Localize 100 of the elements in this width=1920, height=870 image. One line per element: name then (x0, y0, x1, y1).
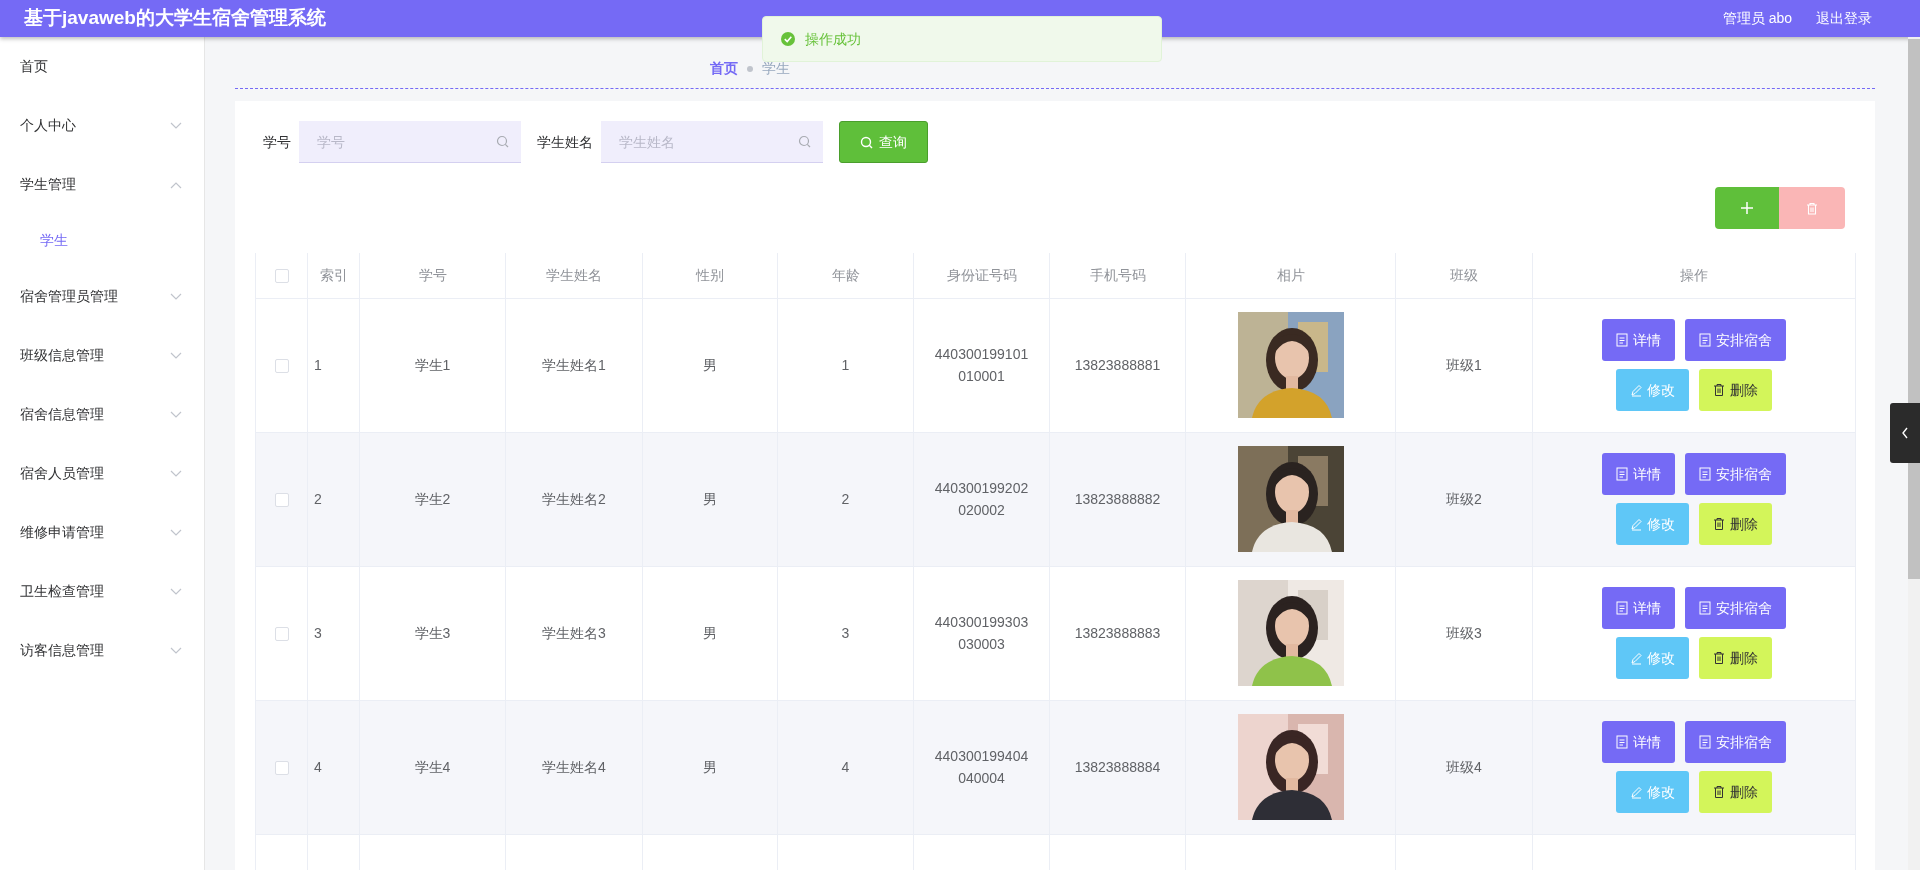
detail-button[interactable]: 详情 (1602, 453, 1675, 495)
table-cell: 男 (703, 356, 717, 373)
assign-dorm-button[interactable]: 安排宿舍 (1685, 453, 1786, 495)
table-cell: 1 (841, 356, 850, 373)
document-icon (1616, 467, 1628, 481)
document-icon (1616, 735, 1628, 749)
logout-link[interactable]: 退出登录 (1816, 8, 1872, 29)
toast-message: 操作成功 (805, 29, 861, 49)
assign-dorm-button[interactable]: 安排宿舍 (1685, 721, 1786, 763)
sidebar-item[interactable]: 访客信息管理 (0, 621, 204, 680)
document-icon (1616, 333, 1628, 347)
sidebar-label: 维修申请管理 (20, 523, 104, 542)
plus-icon (1740, 201, 1754, 215)
separator-icon (746, 64, 754, 73)
document-icon (1699, 333, 1711, 347)
table-cell: 3 (314, 624, 322, 641)
column-header: 性别 (696, 266, 724, 283)
sidebar-item[interactable]: 首页 (0, 37, 204, 96)
select-all-checkbox[interactable] (274, 269, 289, 284)
pencil-icon (1630, 517, 1642, 531)
table-cell-text: 440300199404040004 (934, 746, 1029, 788)
row-checkbox[interactable] (274, 626, 289, 641)
sidebar-item[interactable]: 宿舍信息管理 (0, 385, 204, 444)
field-label: 学号 (263, 132, 291, 152)
sidebar-item[interactable]: 维修申请管理 (0, 503, 204, 562)
table-cell: 13823888882 (1074, 490, 1161, 507)
table-cell: 学生姓名3 (542, 624, 606, 641)
sidebar-label: 个人中心 (20, 116, 76, 135)
breadcrumb-item[interactable]: 首页 (710, 58, 738, 79)
sidebar-label: 卫生检查管理 (20, 582, 104, 601)
row-checkbox[interactable] (274, 760, 289, 775)
detail-button[interactable]: 详情 (1602, 319, 1675, 361)
document-icon (1616, 601, 1628, 615)
sidebar-item[interactable]: 卫生检查管理 (0, 562, 204, 621)
column-header: 学号 (418, 266, 447, 283)
trash-icon (1713, 651, 1725, 665)
table-cell: 男 (703, 758, 717, 775)
sidebar-subitem[interactable]: 学生 (0, 214, 204, 267)
table-cell: 学生4 (414, 758, 451, 775)
column-header: 身份证号码 (946, 266, 1017, 283)
table-cell: 学生姓名1 (542, 356, 606, 373)
table-cell-text: 440300199303030003 (934, 612, 1029, 654)
detail-button[interactable]: 详情 (1602, 721, 1675, 763)
table-cell: 学生姓名4 (542, 758, 606, 775)
trash-icon (1806, 201, 1818, 215)
table-cell: 班级1 (1446, 356, 1482, 373)
table-cell: 学生3 (414, 624, 451, 641)
delete-button[interactable]: 删除 (1699, 771, 1772, 813)
pencil-icon (1630, 785, 1642, 799)
table-cell: 男 (703, 490, 717, 507)
column-header: 操作 (1680, 266, 1708, 283)
sidebar-item[interactable]: 学生管理 (0, 155, 204, 214)
table-cell: 学生1 (414, 356, 451, 373)
column-header: 手机号码 (1089, 266, 1146, 283)
sidebar-item[interactable]: 宿舍人员管理 (0, 444, 204, 503)
column-header: 相片 (1276, 266, 1305, 283)
table-cell: 13823888883 (1074, 624, 1161, 641)
pencil-icon (1630, 383, 1642, 397)
search-icon (860, 135, 873, 149)
table-cell: 13823888884 (1074, 758, 1161, 775)
sidebar-item[interactable]: 个人中心 (0, 96, 204, 155)
side-panel-toggle[interactable] (1890, 403, 1920, 463)
table-cell: 1 (314, 356, 322, 373)
table-cell: 4 (841, 758, 850, 775)
delete-button[interactable]: 删除 (1699, 637, 1772, 679)
trash-icon (1713, 517, 1725, 531)
sidebar-label: 学生管理 (20, 175, 76, 194)
pencil-icon (1630, 651, 1642, 665)
table-cell: 13823888881 (1074, 356, 1161, 373)
search-icon (798, 135, 811, 148)
sidebar-label: 宿舍信息管理 (20, 405, 104, 424)
table-cell: 班级4 (1446, 758, 1482, 775)
breadcrumb-item: 学生 (762, 59, 790, 78)
search-button[interactable]: 查询 (839, 121, 928, 163)
table-cell-text: 440300199101010001 (934, 344, 1029, 386)
column-header: 索引 (319, 266, 348, 283)
column-header: 班级 (1450, 266, 1478, 283)
row-checkbox[interactable] (274, 358, 289, 373)
chevron-left-icon (1901, 427, 1909, 439)
table-cell: 4 (314, 758, 322, 775)
table-cell: 3 (841, 624, 850, 641)
assign-dorm-button[interactable]: 安排宿舍 (1685, 587, 1786, 629)
table-cell-text: 440300199202020002 (934, 478, 1029, 520)
delete-button[interactable]: 删除 (1699, 503, 1772, 545)
table-cell: 2 (314, 490, 322, 507)
field-label: 学生姓名 (537, 132, 593, 152)
column-header: 学生姓名 (546, 266, 602, 283)
sidebar-label: 宿舍管理员管理 (20, 287, 118, 306)
assign-dorm-button[interactable]: 安排宿舍 (1685, 319, 1786, 361)
sidebar-label: 首页 (20, 57, 48, 76)
add-button[interactable] (1715, 187, 1779, 229)
sidebar-item[interactable]: 宿舍管理员管理 (0, 267, 204, 326)
detail-button[interactable]: 详情 (1602, 587, 1675, 629)
table-cell: 班级2 (1446, 490, 1482, 507)
table-cell: 2 (841, 490, 850, 507)
delete-button[interactable]: 删除 (1699, 369, 1772, 411)
success-icon (781, 32, 795, 46)
sidebar-label: 班级信息管理 (20, 346, 104, 365)
sidebar-item[interactable]: 班级信息管理 (0, 326, 204, 385)
row-checkbox[interactable] (274, 492, 289, 507)
